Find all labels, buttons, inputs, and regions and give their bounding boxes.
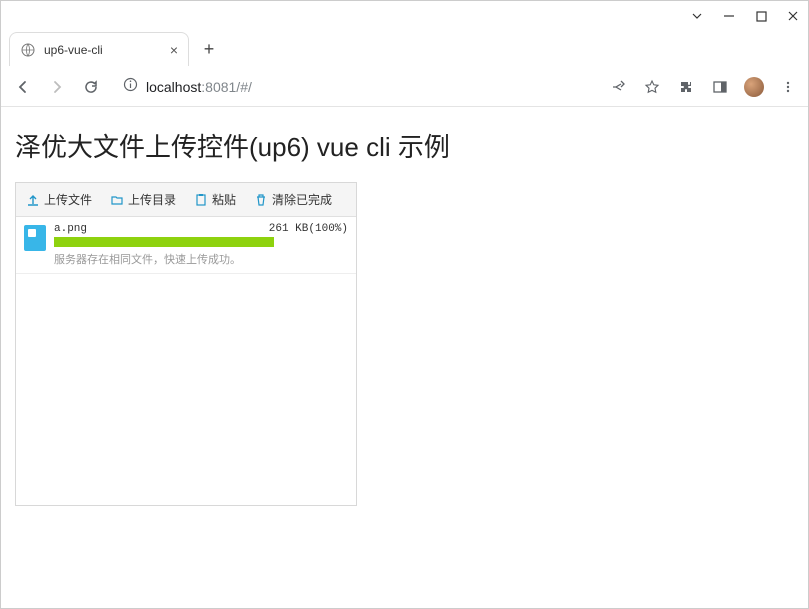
- address-bar: localhost:8081/#/: [1, 67, 808, 107]
- close-icon[interactable]: [786, 9, 800, 23]
- browser-tab[interactable]: up6-vue-cli ×: [9, 32, 189, 66]
- progress-bar: [54, 237, 274, 247]
- page-content: 泽优大文件上传控件(up6) vue cli 示例 上传文件 上传目录 粘贴: [1, 107, 808, 526]
- upload-folder-label: 上传目录: [128, 191, 176, 208]
- upload-toolbar: 上传文件 上传目录 粘贴 清除已完成: [16, 183, 356, 217]
- tab-close-icon[interactable]: ×: [170, 42, 178, 58]
- file-item: a.png 261 KB(100%) 服务器存在相同文件，快速上传成功。: [16, 217, 356, 274]
- paste-label: 粘贴: [212, 191, 236, 208]
- file-header: a.png 261 KB(100%): [54, 223, 348, 235]
- upload-panel: 上传文件 上传目录 粘贴 清除已完成: [15, 182, 357, 506]
- clipboard-icon: [194, 193, 208, 207]
- new-tab-button[interactable]: +: [195, 35, 223, 63]
- file-type-icon: [24, 225, 46, 251]
- maximize-icon[interactable]: [754, 9, 768, 23]
- clear-done-label: 清除已完成: [272, 191, 332, 208]
- file-list[interactable]: a.png 261 KB(100%) 服务器存在相同文件，快速上传成功。: [16, 217, 356, 505]
- chevron-down-icon[interactable]: [690, 9, 704, 23]
- paste-button[interactable]: 粘贴: [194, 191, 236, 208]
- progress-fill: [54, 237, 274, 247]
- globe-icon: [20, 42, 36, 58]
- upload-icon: [26, 193, 40, 207]
- avatar[interactable]: [744, 77, 764, 97]
- clear-done-button[interactable]: 清除已完成: [254, 191, 332, 208]
- url-field[interactable]: localhost:8081/#/: [113, 72, 598, 102]
- share-icon[interactable]: [608, 77, 628, 97]
- minimize-icon[interactable]: [722, 9, 736, 23]
- folder-icon: [110, 193, 124, 207]
- url-text: localhost:8081/#/: [146, 79, 252, 95]
- file-size-progress: 261 KB(100%): [269, 223, 348, 235]
- trash-icon: [254, 193, 268, 207]
- menu-icon[interactable]: [778, 77, 798, 97]
- panel-icon[interactable]: [710, 77, 730, 97]
- window-controls: [1, 1, 808, 31]
- reload-button[interactable]: [79, 75, 103, 99]
- browser-chrome: up6-vue-cli × + localhost:8081/#/: [1, 1, 808, 107]
- back-button[interactable]: [11, 75, 35, 99]
- file-body: a.png 261 KB(100%) 服务器存在相同文件，快速上传成功。: [54, 223, 348, 267]
- upload-folder-button[interactable]: 上传目录: [110, 191, 176, 208]
- file-status: 服务器存在相同文件，快速上传成功。: [54, 251, 348, 267]
- extension-icons: [608, 77, 798, 97]
- forward-button[interactable]: [45, 75, 69, 99]
- star-icon[interactable]: [642, 77, 662, 97]
- extension-puzzle-icon[interactable]: [676, 77, 696, 97]
- page-title: 泽优大文件上传控件(up6) vue cli 示例: [15, 127, 794, 164]
- tab-title: up6-vue-cli: [44, 43, 162, 57]
- tab-bar: up6-vue-cli × +: [1, 31, 808, 67]
- upload-file-label: 上传文件: [44, 191, 92, 208]
- upload-file-button[interactable]: 上传文件: [26, 191, 92, 208]
- file-name: a.png: [54, 223, 87, 235]
- info-icon[interactable]: [123, 77, 138, 97]
